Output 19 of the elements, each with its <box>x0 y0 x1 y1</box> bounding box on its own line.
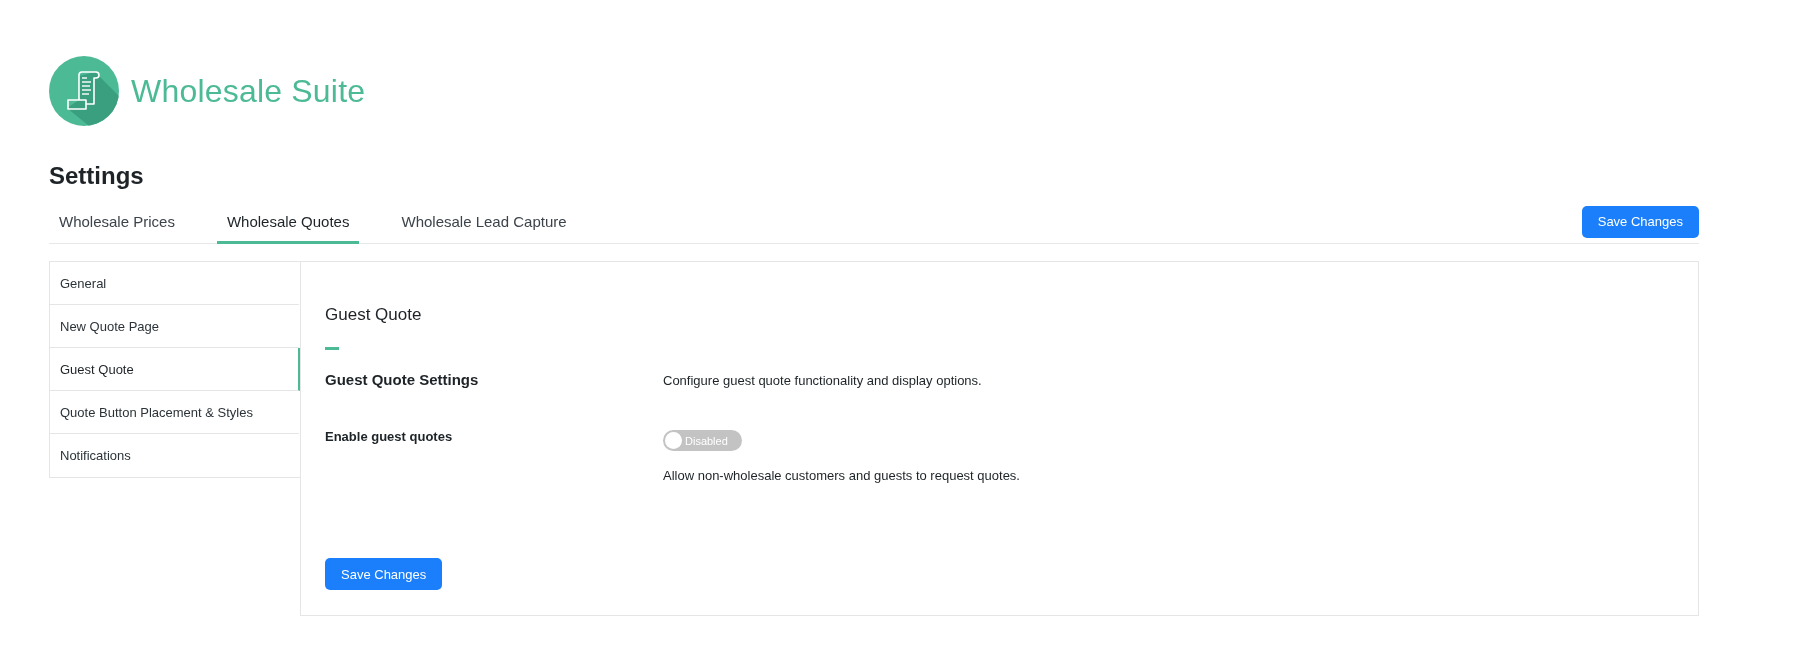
page-title: Settings <box>49 161 145 191</box>
settings-tab[interactable]: Wholesale Lead Capture <box>391 200 577 244</box>
sidebar-item[interactable]: Notifications <box>50 434 300 477</box>
panel-title: Guest Quote <box>325 304 423 326</box>
save-changes-button[interactable]: Save Changes <box>325 558 443 590</box>
save-changes-button[interactable]: Save Changes <box>1581 205 1699 238</box>
settings-tab[interactable]: Wholesale Quotes <box>216 200 360 244</box>
section-description: Configure guest quote functionality and display options. <box>663 372 983 390</box>
sidebar-item[interactable]: Guest Quote <box>50 348 300 391</box>
settings-tab[interactable]: Wholesale Prices <box>49 200 185 244</box>
brand-name: Wholesale Suite <box>131 72 366 110</box>
section-title: Guest Quote Settings <box>325 370 480 390</box>
sidebar-item[interactable]: Quote Button Placement & Styles <box>50 391 300 434</box>
accent-dash <box>325 347 339 350</box>
sidebar-item[interactable]: General <box>50 262 300 305</box>
field-label: Enable guest quotes <box>325 428 454 446</box>
scroll-logo-icon <box>49 56 119 126</box>
field-help-text: Allow non-wholesale customers and guests to request quotes. <box>663 467 1021 485</box>
sidebar-item[interactable]: New Quote Page <box>50 305 300 348</box>
